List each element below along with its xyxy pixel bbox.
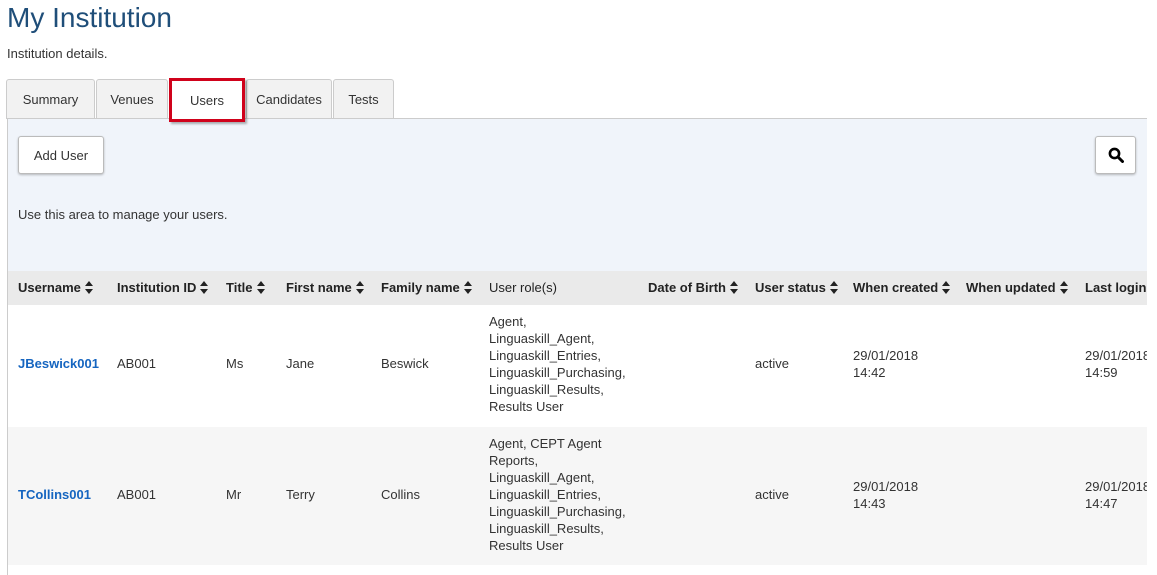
header-first-name[interactable]: First name	[286, 271, 364, 305]
tab-summary[interactable]: Summary	[6, 79, 95, 119]
sort-icon	[829, 281, 838, 295]
header-institution-id[interactable]: Institution ID	[117, 271, 209, 305]
role-line: Results User	[489, 399, 564, 414]
created-time: 14:43	[853, 496, 886, 511]
panel-toolbar: Add User Use this area to manage your us…	[8, 119, 1147, 271]
family-name-cell: Beswick	[381, 356, 429, 371]
sort-icon	[463, 281, 472, 295]
user-roles-cell: Agent, Linguaskill_Agent, Linguaskill_En…	[489, 313, 626, 415]
tab-candidates[interactable]: Candidates	[246, 79, 332, 119]
search-button[interactable]	[1095, 136, 1136, 174]
role-line: Linguaskill_Results,	[489, 382, 604, 397]
title-cell: Mr	[226, 487, 242, 502]
header-when-updated[interactable]: When updated	[966, 271, 1068, 305]
header-last-login[interactable]: Last login	[1085, 271, 1147, 305]
header-user-status[interactable]: User status	[755, 271, 838, 305]
header-label: User status	[755, 280, 826, 295]
role-line: Linguaskill_Entries,	[489, 487, 602, 502]
created-date: 29/01/2018	[853, 348, 919, 363]
header-date-of-birth[interactable]: Date of Birth	[648, 271, 738, 305]
header-title[interactable]: Title	[226, 271, 265, 305]
institution-id-cell: AB001	[117, 356, 157, 371]
table-row: TCollins001 AB001 Mr Terry Collins Agent…	[8, 427, 1147, 565]
header-label: Family name	[381, 280, 460, 295]
header-label: Username	[18, 280, 81, 295]
when-created-cell: 29/01/2018 14:42	[853, 347, 918, 381]
last-login-time: 14:47	[1085, 496, 1118, 511]
sort-icon	[355, 281, 364, 295]
search-icon	[1108, 147, 1124, 163]
when-created-cell: 29/01/2018 14:43	[853, 478, 918, 512]
first-name-cell: Jane	[286, 356, 315, 371]
last-login-cell: 29/01/2018 14:47	[1085, 478, 1147, 512]
role-line: Linguaskill_Agent,	[489, 331, 595, 346]
status-cell: active	[755, 487, 789, 502]
role-line: Linguaskill_Entries,	[489, 348, 602, 363]
user-roles-cell: Agent, CEPT Agent Reports, Linguaskill_A…	[489, 435, 626, 554]
tab-bar: Summary Venues Users Candidates Tests	[6, 78, 395, 122]
table-row: JBeswick001 AB001 Ms Jane Beswick Agent,…	[8, 305, 1147, 427]
created-date: 29/01/2018	[853, 479, 919, 494]
institution-id-cell: AB001	[117, 487, 157, 502]
info-text: Use this area to manage your users.	[18, 207, 228, 222]
username-link[interactable]: JBeswick001	[18, 355, 99, 372]
tab-users[interactable]: Users	[169, 78, 245, 122]
page-subtitle: Institution details.	[7, 46, 108, 61]
first-name-cell: Terry	[286, 487, 315, 502]
status-cell: active	[755, 356, 789, 371]
last-login-cell: 29/01/2018 14:59	[1085, 347, 1147, 381]
header-when-created[interactable]: When created	[853, 271, 951, 305]
header-label: Title	[226, 280, 253, 295]
table-row	[8, 565, 1147, 575]
header-label: When created	[853, 280, 939, 295]
header-label: When updated	[966, 280, 1056, 295]
role-line: Agent, CEPT Agent	[489, 436, 602, 451]
role-line: Agent,	[489, 314, 527, 329]
add-user-button[interactable]: Add User	[18, 136, 104, 174]
header-user-roles: User role(s)	[489, 280, 557, 295]
last-login-date: 29/01/2018	[1085, 348, 1147, 363]
last-login-date: 29/01/2018	[1085, 479, 1147, 494]
header-label: Last login	[1085, 280, 1147, 295]
role-line: Linguaskill_Purchasing,	[489, 365, 626, 380]
role-line: Reports,	[489, 453, 539, 468]
tab-venues[interactable]: Venues	[96, 79, 168, 119]
title-cell: Ms	[226, 356, 244, 371]
role-line: Linguaskill_Purchasing,	[489, 504, 626, 519]
users-panel: Add User Use this area to manage your us…	[7, 118, 1147, 575]
sort-icon	[200, 281, 209, 295]
username-link[interactable]: TCollins001	[18, 486, 91, 503]
header-username[interactable]: Username	[18, 271, 93, 305]
sort-icon	[730, 281, 738, 295]
sort-icon	[256, 281, 265, 295]
role-line: Linguaskill_Results,	[489, 521, 604, 536]
sort-icon	[84, 281, 93, 295]
created-time: 14:42	[853, 365, 886, 380]
role-line: Linguaskill_Agent,	[489, 470, 595, 485]
table-header: Username Institution ID Title First name…	[8, 271, 1147, 305]
role-line: Results User	[489, 538, 564, 553]
page-title: My Institution	[7, 2, 172, 33]
family-name-cell: Collins	[381, 487, 421, 502]
sort-icon	[1059, 281, 1068, 295]
header-label: Date of Birth	[648, 280, 726, 295]
header-family-name[interactable]: Family name	[381, 271, 472, 305]
sort-icon	[942, 281, 951, 295]
header-label: First name	[286, 280, 352, 295]
header-label: Institution ID	[117, 280, 197, 295]
last-login-time: 14:59	[1085, 365, 1118, 380]
tab-tests[interactable]: Tests	[333, 79, 394, 119]
